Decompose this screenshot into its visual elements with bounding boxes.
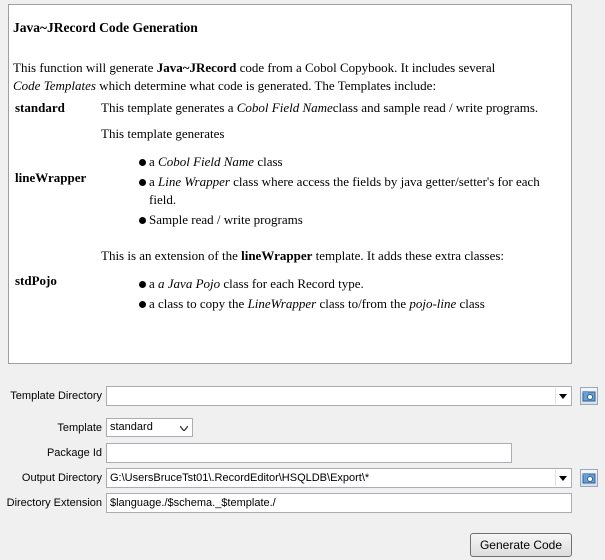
directory-extension-input[interactable]: $language./$schema._$template./ <box>106 493 572 513</box>
template-directory-combo[interactable] <box>106 386 572 406</box>
directory-extension-label: Directory Extension <box>6 497 102 509</box>
template-row-linewrapper: lineWrapper This template generates a Co… <box>15 125 551 231</box>
template-select[interactable]: standard <box>106 418 193 437</box>
template-directory-label: Template Directory <box>10 390 102 402</box>
help-intro: This function will generate Java~JRecord… <box>13 60 496 93</box>
template-name: standard <box>15 100 65 115</box>
template-description: This template generates a Cobol Field Na… <box>101 100 539 115</box>
folder-search-icon[interactable] <box>580 469 598 487</box>
package-id-input[interactable] <box>106 443 512 463</box>
template-description: This is an extension of the lineWrapper … <box>101 247 551 315</box>
chevron-down-icon[interactable] <box>177 420 191 436</box>
template-label: Template <box>57 422 102 434</box>
help-title: Java~JRecord Code Generation <box>13 20 198 35</box>
generate-code-button[interactable]: Generate Code <box>470 533 572 557</box>
templates-table: standard This template generates a Cobol… <box>15 99 551 315</box>
help-panel: Java~JRecord Code Generation This functi… <box>8 4 572 364</box>
list-item: a a Java Pojo class for each Record type… <box>139 275 551 293</box>
chevron-down-icon[interactable] <box>555 470 570 486</box>
chevron-down-icon[interactable] <box>555 388 570 404</box>
list-item: Sample read / write programs <box>139 211 551 229</box>
template-row-standard: standard This template generates a Cobol… <box>15 99 551 117</box>
template-name: stdPojo <box>15 273 57 288</box>
template-name: lineWrapper <box>15 170 87 185</box>
output-directory-combo[interactable]: G:\UsersBruceTst01\.RecordEditor\HSQLDB\… <box>106 468 572 488</box>
list-item: a Line Wrapper class where access the fi… <box>139 173 551 209</box>
list-item: a Cobol Field Name class <box>139 153 551 171</box>
template-description: This template generates a Cobol Field Na… <box>101 125 551 231</box>
output-directory-label: Output Directory <box>21 472 102 484</box>
list-item: a class to copy the LineWrapper class to… <box>139 295 551 313</box>
folder-search-icon[interactable] <box>580 387 598 405</box>
package-id-label: Package Id <box>46 447 102 459</box>
template-row-stdpojo: stdPojo This is an extension of the line… <box>15 247 551 315</box>
